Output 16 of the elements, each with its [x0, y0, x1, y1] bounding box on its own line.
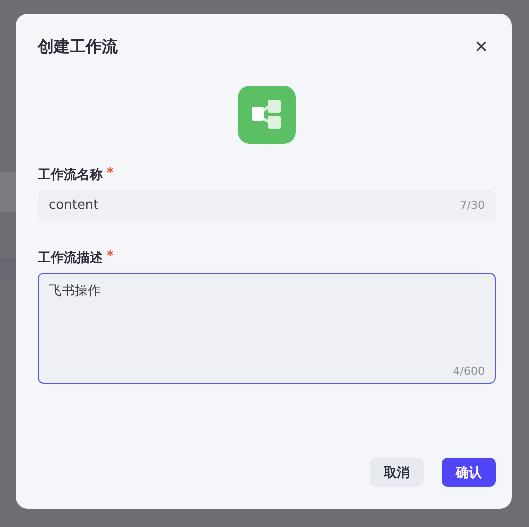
background-bar — [0, 172, 16, 212]
field-label: 工作流描述 — [38, 250, 103, 267]
field-label: 工作流名称 — [38, 166, 103, 184]
workflow-icon — [238, 86, 296, 144]
dialog-title: 创建工作流 — [38, 36, 118, 58]
name-field[interactable]: content 7/30 — [38, 190, 496, 221]
required-asterisk: * — [107, 166, 114, 183]
character-count: 7/30 — [460, 199, 485, 212]
field-value: 飞书操作 — [49, 284, 101, 299]
description-field[interactable]: 飞书操作 4/600 — [38, 273, 496, 384]
close-button[interactable]: × — [471, 36, 492, 58]
cancel-button[interactable]: 取消 — [370, 458, 424, 487]
character-count: 4/600 — [453, 365, 485, 378]
field-value: content — [49, 198, 99, 213]
confirm-button[interactable]: 确认 — [442, 458, 496, 487]
required-asterisk: * — [107, 249, 114, 266]
